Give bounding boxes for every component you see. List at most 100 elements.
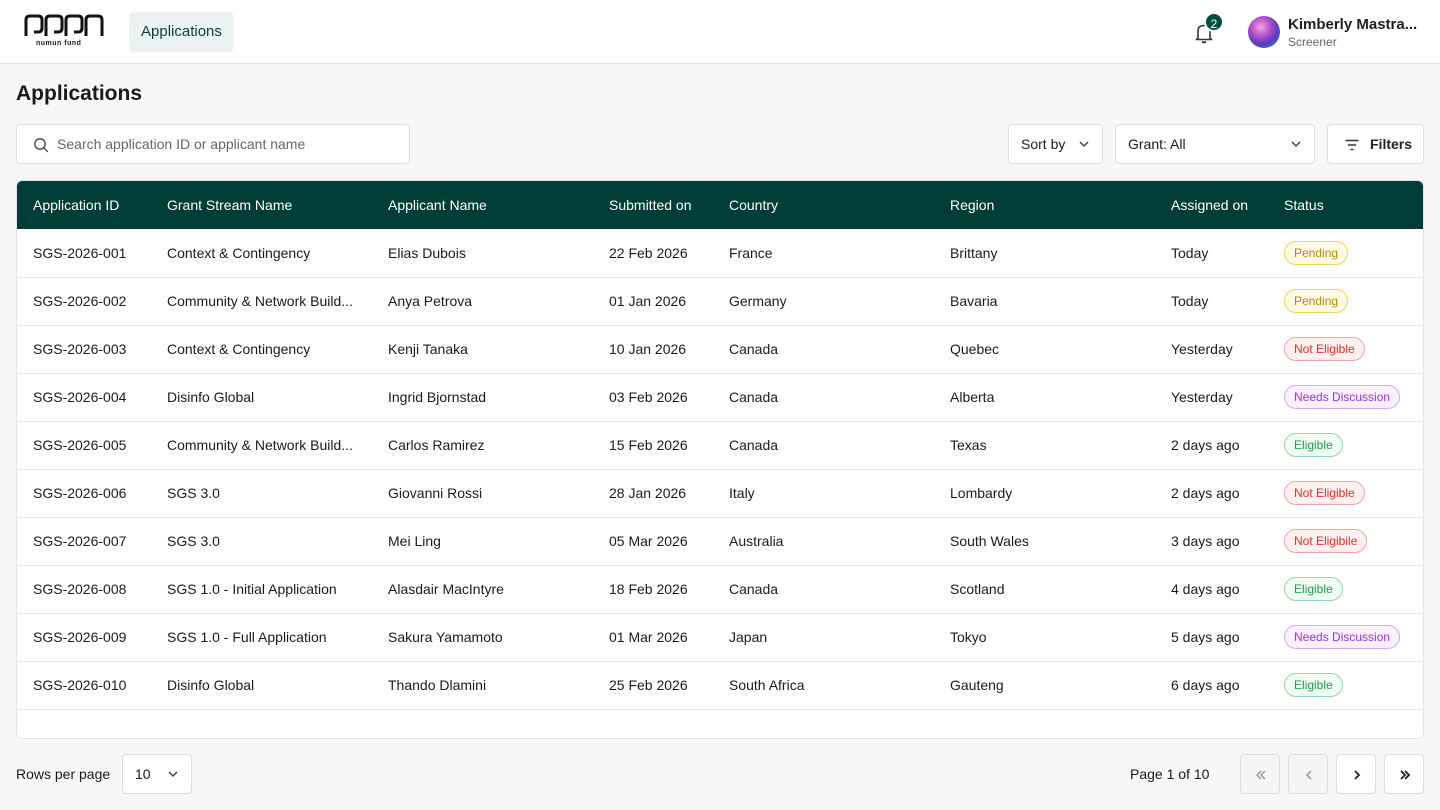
assigned-on-cell: 2 days ago bbox=[1171, 485, 1240, 501]
region-cell: Lombardy bbox=[950, 485, 1013, 501]
column-header[interactable]: Status bbox=[1268, 181, 1423, 229]
search-icon bbox=[34, 138, 49, 153]
table-row[interactable]: SGS-2026-009 SGS 1.0 - Full Application Sa… bbox=[17, 613, 1423, 661]
logo-mark-icon bbox=[24, 14, 104, 36]
table-row[interactable]: SGS-2026-008 SGS 1.0 - Initial Applicatio… bbox=[17, 565, 1423, 613]
chevrons-left-icon bbox=[1255, 770, 1266, 780]
chevrons-right-icon bbox=[1400, 770, 1411, 780]
assigned-on-cell: Today bbox=[1171, 244, 1209, 261]
submitted-on-cell: 01 Mar 2026 bbox=[609, 629, 688, 645]
region-cell: Tokyo bbox=[950, 629, 987, 645]
column-header[interactable]: Country bbox=[713, 181, 934, 229]
assigned-on-cell: 3 days ago bbox=[1171, 533, 1240, 549]
applicant-name-cell: Giovanni Rossi bbox=[388, 485, 483, 501]
numun-fund-logo[interactable]: numun fund bbox=[24, 14, 106, 50]
status-cell: Pending bbox=[1268, 229, 1423, 277]
table-row[interactable]: SGS-2026-005 Community & Network Build...… bbox=[17, 421, 1423, 469]
applicant-name-cell: Kenji Tanaka bbox=[388, 341, 468, 357]
avatar[interactable] bbox=[1248, 16, 1280, 48]
submitted-on-cell: 22 Feb 2026 bbox=[609, 244, 688, 261]
country-cell: Canada bbox=[729, 389, 779, 405]
submitted-on-cell: 25 Feb 2026 bbox=[609, 677, 688, 693]
submitted-on-cell: 01 Jan 2026 bbox=[609, 293, 687, 309]
first-page-button[interactable] bbox=[1240, 754, 1280, 794]
assigned-on-cell: 4 days ago bbox=[1171, 581, 1240, 597]
grant-filter-dropdown[interactable]: Grant: All bbox=[1115, 124, 1315, 164]
column-header[interactable]: Applicant Name bbox=[372, 181, 593, 229]
status-cell: Eligible bbox=[1268, 661, 1423, 709]
submitted-on-cell: 03 Feb 2026 bbox=[609, 389, 688, 405]
column-header[interactable]: Submitted on bbox=[593, 181, 713, 229]
user-role: Screener bbox=[1288, 35, 1337, 49]
submitted-on-cell: 15 Feb 2026 bbox=[609, 437, 688, 453]
page-info: Page 1 of 10 bbox=[1130, 766, 1210, 782]
tab-applications[interactable]: Applications bbox=[129, 12, 234, 52]
application-id-cell: SGS-2026-010 bbox=[33, 677, 127, 693]
column-header[interactable]: Grant Stream Name bbox=[151, 181, 372, 229]
region-cell: Quebec bbox=[950, 341, 1000, 357]
chevron-down-icon bbox=[1291, 141, 1301, 148]
chevron-down-icon bbox=[168, 771, 178, 778]
country-cell: Japan bbox=[729, 629, 768, 645]
status-badge: Eligible bbox=[1284, 673, 1343, 697]
region-cell: Gauteng bbox=[950, 677, 1004, 693]
status-badge: Not Eligible bbox=[1284, 337, 1365, 361]
assigned-on-cell: Today bbox=[1171, 293, 1209, 309]
grant-stream-cell: Disinfo Global bbox=[167, 389, 255, 405]
filter-icon bbox=[1345, 139, 1359, 151]
column-header[interactable]: Region bbox=[934, 181, 1155, 229]
status-cell: Eligible bbox=[1268, 421, 1423, 469]
submitted-on-cell: 28 Jan 2026 bbox=[609, 485, 687, 501]
status-cell: Not Eligible bbox=[1268, 325, 1423, 373]
application-id-cell: SGS-2026-003 bbox=[33, 341, 127, 357]
applicant-name-cell: Mei Ling bbox=[388, 533, 441, 549]
last-page-button[interactable] bbox=[1384, 754, 1424, 794]
region-cell: Texas bbox=[950, 437, 987, 453]
sort-by-dropdown[interactable]: Sort by bbox=[1008, 124, 1103, 164]
table-row[interactable]: SGS-2026-006 SGS 3.0 Giovanni Rossi 28 Jan … bbox=[17, 469, 1423, 517]
assigned-on-cell: 6 days ago bbox=[1171, 677, 1240, 693]
table-row[interactable]: SGS-2026-001 Context & Contingency Elias D… bbox=[17, 229, 1423, 277]
column-header[interactable]: Application ID bbox=[17, 181, 151, 229]
status-badge: Pending bbox=[1284, 289, 1349, 313]
column-header[interactable]: Assigned on bbox=[1155, 181, 1268, 229]
table-row[interactable]: SGS-2026-004 Disinfo Global Ingrid Bjornst… bbox=[17, 373, 1423, 421]
application-id-cell: SGS-2026-004 bbox=[33, 389, 127, 405]
grant-stream-cell: SGS 1.0 - Full Application bbox=[167, 629, 327, 645]
application-id-cell: SGS-2026-008 bbox=[33, 581, 127, 597]
region-cell: South Wales bbox=[950, 533, 1029, 549]
table-row[interactable]: SGS-2026-010 Disinfo Global Thando Dlamini… bbox=[17, 661, 1423, 709]
assigned-on-cell: 2 days ago bbox=[1171, 437, 1240, 453]
filters-button[interactable]: Filters bbox=[1327, 124, 1424, 164]
rows-per-page-value: 10 bbox=[135, 766, 151, 782]
status-cell: Eligible bbox=[1268, 565, 1423, 613]
user-name[interactable]: Kimberly Mastra... bbox=[1288, 16, 1418, 33]
applicant-name-cell: Elias Dubois bbox=[388, 244, 466, 261]
status-badge: Eligible bbox=[1284, 433, 1343, 457]
status-cell: Not Eligibile bbox=[1268, 517, 1423, 565]
country-cell: South Africa bbox=[729, 677, 805, 693]
submitted-on-cell: 18 Feb 2026 bbox=[609, 581, 688, 597]
status-badge: Needs Discussion bbox=[1284, 625, 1401, 649]
applicant-name-cell: Carlos Ramirez bbox=[388, 437, 485, 453]
table-row[interactable]: SGS-2026-002 Community & Network Build...… bbox=[17, 277, 1423, 325]
submitted-on-cell: 05 Mar 2026 bbox=[609, 533, 688, 549]
application-id-cell: SGS-2026-005 bbox=[33, 437, 127, 453]
table-row[interactable]: SGS-2026-007 SGS 3.0 Mei Ling 05 Mar 2026 Au… bbox=[17, 517, 1423, 565]
chevron-down-icon bbox=[1079, 141, 1089, 148]
submitted-on-cell: 10 Jan 2026 bbox=[609, 341, 687, 357]
application-id-cell: SGS-2026-007 bbox=[33, 533, 127, 549]
grant-stream-cell: Community & Network Build... bbox=[167, 437, 353, 453]
country-cell: Australia bbox=[729, 533, 784, 549]
country-cell: Germany bbox=[729, 293, 787, 309]
previous-page-button[interactable] bbox=[1288, 754, 1328, 794]
status-badge: Needs Discussion bbox=[1284, 385, 1401, 409]
application-id-cell: SGS-2026-001 bbox=[33, 244, 127, 261]
rows-per-page-select[interactable]: 10 bbox=[122, 754, 192, 794]
region-cell: Bavaria bbox=[950, 293, 998, 309]
table-row[interactable]: SGS-2026-003 Context & Contingency Kenji T… bbox=[17, 325, 1423, 373]
search-input[interactable] bbox=[57, 125, 397, 163]
next-page-button[interactable] bbox=[1336, 754, 1376, 794]
country-cell: Canada bbox=[729, 341, 779, 357]
search-box[interactable] bbox=[16, 124, 410, 164]
